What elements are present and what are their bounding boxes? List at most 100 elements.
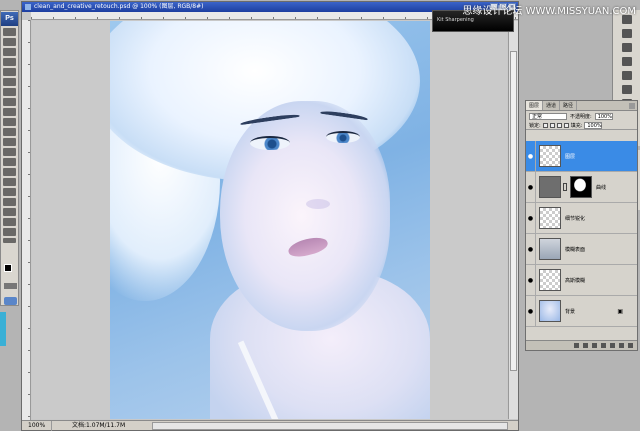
panel-close-icon[interactable] xyxy=(629,103,635,109)
lasso-tool-icon[interactable] xyxy=(3,48,16,56)
fill-label: 填充: xyxy=(570,122,583,129)
opacity-label: 不透明度: xyxy=(570,113,592,120)
color-icon[interactable] xyxy=(622,43,632,52)
clone-stamp-tool-icon[interactable] xyxy=(3,108,16,116)
eye-icon[interactable]: ● xyxy=(526,140,536,172)
layer-row[interactable]: ● 细节锐化 xyxy=(526,202,637,234)
jump-to-imageready-icon[interactable] xyxy=(4,297,17,305)
layer-name: 背景 xyxy=(565,308,576,315)
shape-tool-icon[interactable] xyxy=(3,198,16,206)
layer-row[interactable]: ● 曲线 xyxy=(526,171,637,203)
layer-name: 高斯模糊 xyxy=(565,277,586,284)
document-window: clean_and_creative_retouch.psd @ 100% (图… xyxy=(21,1,519,431)
layer-thumbnail xyxy=(539,269,561,291)
eye-icon[interactable]: ● xyxy=(526,295,536,327)
lock-row: 锁定: 填充: 100% xyxy=(526,121,637,130)
zoom-tool-icon[interactable] xyxy=(3,238,16,243)
layer-thumbnail xyxy=(539,207,561,229)
vertical-scrollbar[interactable] xyxy=(508,21,518,419)
lock-label: 锁定: xyxy=(529,122,541,129)
face xyxy=(220,101,390,331)
app-logo[interactable]: Ps xyxy=(1,12,18,26)
horizontal-scrollbar[interactable] xyxy=(152,422,508,430)
crop-tool-icon[interactable] xyxy=(3,68,16,76)
fill-input[interactable]: 100% xyxy=(584,121,603,129)
eye-icon[interactable]: ● xyxy=(526,171,536,203)
new-layer-icon[interactable] xyxy=(619,343,624,348)
marquee-tool-icon[interactable] xyxy=(3,38,16,46)
layer-list: ● 图层 ● 曲线 ● 细节锐化 ● 模糊表面 ● 高斯模糊 ● 背景 ▣ xyxy=(526,140,637,341)
layer-mask-thumbnail[interactable] xyxy=(570,176,592,198)
lock-all-icon[interactable] xyxy=(563,122,569,128)
gradient-tool-icon[interactable] xyxy=(3,138,16,146)
history-brush-tool-icon[interactable] xyxy=(3,118,16,126)
right-eye xyxy=(326,131,360,143)
layer-thumbnail xyxy=(539,145,561,167)
opacity-input[interactable]: 100% xyxy=(594,112,613,120)
pen-tool-icon[interactable] xyxy=(3,188,16,196)
new-group-icon[interactable] xyxy=(610,343,615,348)
lock-position-icon[interactable] xyxy=(556,122,562,128)
layer-style-icon[interactable] xyxy=(583,343,588,348)
path-selection-tool-icon[interactable] xyxy=(3,168,16,176)
watermark: 思缘设计论坛 WWW.MISSYUAN.COM xyxy=(462,6,636,17)
blur-tool-icon[interactable] xyxy=(3,148,16,156)
eye-icon[interactable]: ● xyxy=(526,202,536,234)
layer-row[interactable]: ● 高斯模糊 xyxy=(526,264,637,296)
eye-icon[interactable]: ● xyxy=(526,264,536,296)
delete-layer-icon[interactable] xyxy=(628,343,633,348)
layers-panel-tabs: 图层 通道 路径 xyxy=(526,101,637,111)
layer-thumbnail xyxy=(539,176,561,198)
blend-mode-select[interactable]: 正常 xyxy=(529,112,567,120)
lock-pixels-icon[interactable] xyxy=(549,122,555,128)
eraser-tool-icon[interactable] xyxy=(3,128,16,136)
toolbox: Ps xyxy=(0,10,19,306)
dodge-tool-icon[interactable] xyxy=(3,158,16,166)
eyedropper-tool-icon[interactable] xyxy=(3,218,16,226)
link-layers-icon[interactable] xyxy=(574,343,579,348)
swatches-icon[interactable] xyxy=(622,57,632,66)
popup-title: Kit Sharpening xyxy=(437,17,474,23)
link-chain-icon xyxy=(563,183,567,191)
canvas-area[interactable] xyxy=(32,21,507,419)
slice-tool-icon[interactable] xyxy=(3,78,16,86)
zoom-level[interactable]: 100% xyxy=(26,421,52,431)
hand-tool-icon[interactable] xyxy=(3,228,16,236)
layer-name: 模糊表面 xyxy=(565,246,586,253)
document-title: clean_and_creative_retouch.psd @ 100% (图… xyxy=(34,3,204,10)
tab-paths[interactable]: 路径 xyxy=(560,101,578,110)
vertical-ruler[interactable] xyxy=(22,20,31,420)
vertical-scroll-thumb[interactable] xyxy=(510,51,517,371)
photoshop-workspace: 思缘设计论坛 WWW.MISSYUAN.COM Ps clean_and_cre… xyxy=(0,0,640,431)
layers-panel-footer xyxy=(526,340,637,350)
layer-row[interactable]: ● 模糊表面 xyxy=(526,233,637,265)
layer-name: 图层 xyxy=(565,153,576,160)
history-icon[interactable] xyxy=(622,85,632,94)
notes-tool-icon[interactable] xyxy=(3,208,16,216)
layer-row[interactable]: ● 图层 xyxy=(526,140,637,172)
layer-thumbnail xyxy=(539,238,561,260)
add-mask-icon[interactable] xyxy=(592,343,597,348)
eye-icon[interactable]: ● xyxy=(526,233,536,265)
tab-channels[interactable]: 通道 xyxy=(543,101,561,110)
lock-icon: ▣ xyxy=(617,307,623,315)
status-bar: 100% 文档:1.07M/11.7M xyxy=(22,420,518,431)
info-icon[interactable] xyxy=(622,29,632,38)
adjustment-layer-icon[interactable] xyxy=(601,343,606,348)
tab-layers[interactable]: 图层 xyxy=(526,101,544,110)
styles-icon[interactable] xyxy=(622,71,632,80)
portrait-photo[interactable] xyxy=(110,21,430,419)
magic-wand-tool-icon[interactable] xyxy=(3,58,16,66)
foreground-color-swatch[interactable] xyxy=(4,264,12,272)
left-eye xyxy=(250,136,290,150)
lock-transparency-icon[interactable] xyxy=(542,122,548,128)
brush-tool-icon[interactable] xyxy=(3,98,16,106)
healing-brush-tool-icon[interactable] xyxy=(3,88,16,96)
type-tool-icon[interactable] xyxy=(3,178,16,186)
side-accent-strip xyxy=(0,312,6,346)
layer-row[interactable]: ● 背景 ▣ xyxy=(526,295,637,327)
quick-mask-mode-icon[interactable] xyxy=(4,283,17,289)
document-size-info[interactable]: 文档:1.07M/11.7M xyxy=(72,421,125,431)
document-icon xyxy=(25,4,31,10)
move-tool-icon[interactable] xyxy=(3,28,16,36)
